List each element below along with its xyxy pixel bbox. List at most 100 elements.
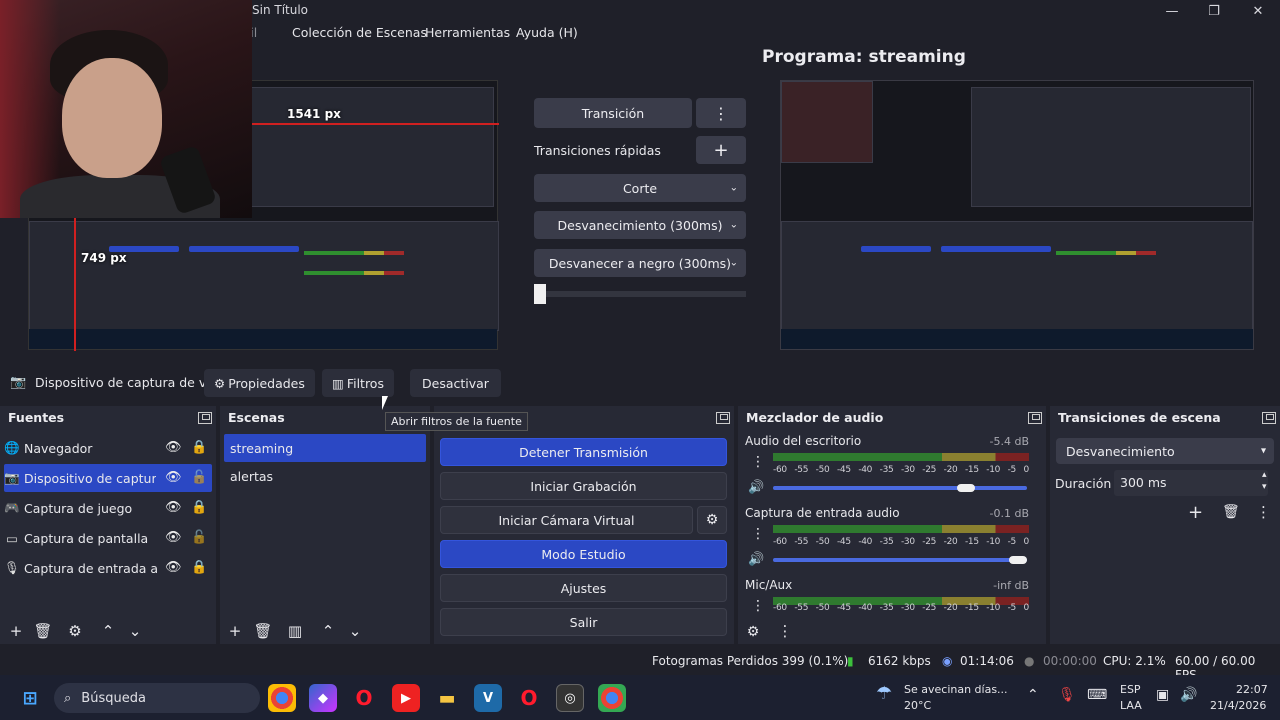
unlock-icon[interactable]: 🔓 <box>191 530 207 545</box>
add-scene-icon[interactable]: + <box>224 622 246 640</box>
more-icon[interactable]: ⋮ <box>1256 503 1271 521</box>
chrome-profile-icon[interactable] <box>598 684 626 712</box>
start-recording-button[interactable]: Iniciar Grabación <box>440 472 727 500</box>
meter-tick-label: 0 <box>1023 465 1030 475</box>
transition-menu-icon[interactable]: ⋮ <box>696 98 746 128</box>
eye-icon[interactable]: 👁 <box>165 530 182 545</box>
quick-transition-fade-black[interactable]: Desvanecer a negro (300ms) ⌄ <box>534 249 746 277</box>
trash-icon[interactable]: 🗑 <box>1222 504 1240 520</box>
tbar-handle[interactable] <box>534 284 546 304</box>
keyboard-icon[interactable]: ⌨ <box>1087 687 1107 703</box>
undock-icon[interactable] <box>198 412 212 424</box>
meter-tick-label: -40 <box>858 465 873 475</box>
add-source-icon[interactable]: + <box>5 622 27 640</box>
eye-icon[interactable]: 👁 <box>165 470 182 485</box>
transition-select[interactable]: Desvanecimiento ▾ <box>1056 438 1274 464</box>
deactivate-button[interactable]: Desactivar <box>410 369 501 397</box>
gear-icon[interactable]: ⚙ <box>742 624 764 640</box>
youtube-icon[interactable]: ▶ <box>392 684 420 712</box>
track-db: -5.4 dB <box>989 435 1030 448</box>
gear-icon[interactable]: ⚙ <box>64 622 86 640</box>
app-v-icon[interactable]: V <box>474 684 502 712</box>
quick-transition-fade[interactable]: Desvanecimiento (300ms) ⌄ <box>534 211 746 239</box>
chevron-down-icon: ▾ <box>1260 445 1266 457</box>
chrome-icon[interactable] <box>268 684 296 712</box>
menu-coleccion-escenas[interactable]: Colección de Escenas <box>292 25 427 40</box>
quick-transition-cut[interactable]: Corte ⌄ <box>534 174 746 202</box>
weather-text[interactable]: Se avecinan días... <box>904 683 1008 696</box>
spin-up-icon[interactable]: ▴ <box>1262 470 1267 480</box>
chevron-up-icon[interactable]: ⌃ <box>1027 687 1039 703</box>
trash-icon[interactable]: 🗑 <box>252 622 274 640</box>
studio-mode-button[interactable]: Modo Estudio <box>440 540 727 568</box>
eye-icon[interactable]: 👁 <box>165 560 182 575</box>
clock-time[interactable]: 22:07 <box>1236 683 1268 696</box>
close-button[interactable]: ✕ <box>1240 0 1276 22</box>
fader-knob[interactable] <box>957 484 975 492</box>
eye-icon[interactable]: 👁 <box>165 440 182 455</box>
eye-icon[interactable]: 👁 <box>165 500 182 515</box>
weather-icon[interactable]: ☂ <box>876 683 892 704</box>
lock-icon[interactable]: 🔒 <box>191 500 207 515</box>
gear-icon[interactable]: ⚙ <box>697 506 727 534</box>
meter-tick-label: -35 <box>879 603 894 613</box>
more-icon[interactable]: ⋮ <box>751 598 765 614</box>
minimize-button[interactable]: — <box>1154 0 1190 22</box>
nested-webcam <box>781 81 873 163</box>
properties-button[interactable]: ⚙ Propiedades <box>204 369 315 397</box>
more-icon[interactable]: ⋮ <box>751 454 765 470</box>
opera-gx-icon[interactable]: O <box>515 684 543 712</box>
menu-ayuda[interactable]: Ayuda (H) <box>516 25 578 40</box>
opera-icon[interactable]: O <box>350 684 378 712</box>
lock-icon[interactable]: 🔒 <box>191 440 207 455</box>
webcam-overlay <box>0 0 252 218</box>
arrow-down-icon[interactable]: ⌄ <box>124 622 146 640</box>
volume-fader[interactable] <box>773 486 1027 490</box>
settings-button[interactable]: Ajustes <box>440 574 727 602</box>
undock-icon[interactable] <box>716 412 730 424</box>
undock-icon[interactable] <box>1028 412 1042 424</box>
lock-icon[interactable]: 🔒 <box>191 560 207 575</box>
filters-button[interactable]: ▥ Filtros <box>322 369 394 397</box>
volume-fader[interactable] <box>773 558 1027 562</box>
network-icon[interactable]: ▣ <box>1156 687 1169 703</box>
meter-tick-label: -45 <box>836 537 851 547</box>
volume-meter <box>773 453 1029 461</box>
speaker-icon[interactable]: 🔊 <box>748 552 764 567</box>
file-explorer-icon[interactable]: ▬ <box>433 684 461 712</box>
stop-stream-button[interactable]: Detener Transmisión <box>440 438 727 466</box>
transition-button[interactable]: Transición <box>534 98 692 128</box>
filter-icon[interactable]: ▥ <box>284 622 306 640</box>
arrow-up-icon[interactable]: ⌃ <box>317 622 339 640</box>
nested-meter <box>304 271 404 275</box>
arrow-down-icon[interactable]: ⌄ <box>344 622 366 640</box>
mic-icon[interactable]: 🎙 <box>1058 687 1076 703</box>
copilot-icon[interactable]: ◆ <box>309 684 337 712</box>
exit-button[interactable]: Salir <box>440 608 727 636</box>
scene-item-streaming[interactable]: streaming <box>224 434 426 462</box>
scene-item-alertas[interactable]: alertas <box>224 462 426 490</box>
maximize-button[interactable]: ❐ <box>1196 0 1232 22</box>
add-icon[interactable]: + <box>696 136 746 164</box>
volume-icon[interactable]: 🔊 <box>1180 687 1197 703</box>
speaker-icon[interactable]: 🔊 <box>748 480 764 495</box>
meter-tick-label: -10 <box>986 603 1001 613</box>
arrow-up-icon[interactable]: ⌃ <box>97 622 119 640</box>
language[interactable]: ESP <box>1120 683 1141 696</box>
fader-knob[interactable] <box>1009 556 1027 564</box>
add-icon[interactable]: + <box>1188 502 1203 523</box>
spin-down-icon[interactable]: ▾ <box>1262 482 1267 492</box>
trash-icon[interactable]: 🗑 <box>32 622 54 640</box>
menu-herramientas[interactable]: Herramientas <box>425 25 510 40</box>
duration-input[interactable]: 300 ms <box>1114 470 1268 496</box>
tbar-track[interactable] <box>534 291 746 297</box>
undock-icon[interactable] <box>1262 412 1276 424</box>
start-virtual-camera-button[interactable]: Iniciar Cámara Virtual <box>440 506 693 534</box>
unlock-icon[interactable]: 🔓 <box>191 470 207 485</box>
obs-icon[interactable]: ◎ <box>556 684 584 712</box>
windows-start-icon[interactable]: ⊞ <box>16 684 44 712</box>
more-icon[interactable]: ⋮ <box>774 622 796 640</box>
meter-tick-label: -60 <box>773 537 787 547</box>
taskbar-search[interactable]: ⌕ Búsqueda <box>54 683 260 713</box>
more-icon[interactable]: ⋮ <box>751 526 765 542</box>
